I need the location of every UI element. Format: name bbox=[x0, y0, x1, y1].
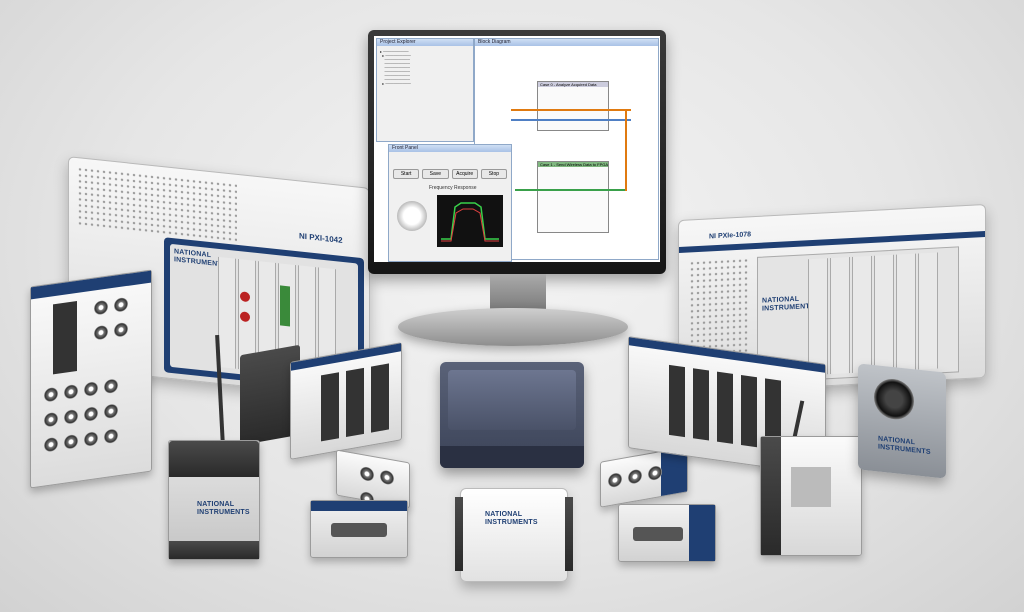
bnc-module bbox=[600, 446, 688, 508]
vent-grille bbox=[77, 166, 237, 243]
monitor-screen: Project Explorer ▸ ───────── ▸ ─────────… bbox=[374, 36, 660, 262]
bnc-connector-icon bbox=[94, 299, 108, 316]
case-structure-bottom: Case 1 - Send Wireless Data to FPGA bbox=[537, 161, 609, 233]
acquire-button[interactable]: Acquire bbox=[451, 169, 478, 179]
case-structure-top: Case 0 - Analyze Acquired Data bbox=[537, 81, 609, 131]
ni-logo-text: NATIONAL INSTRUMENTS bbox=[174, 248, 227, 269]
knob-dial[interactable] bbox=[397, 201, 427, 231]
chassis-label: NI PXIe-1078 bbox=[709, 231, 752, 241]
dsub-module bbox=[310, 500, 408, 558]
frequency-plot bbox=[441, 202, 499, 242]
monitor: Project Explorer ▸ ───────── ▸ ─────────… bbox=[368, 30, 666, 274]
chassis-label: NI PXI-1042 bbox=[299, 231, 343, 245]
dsub-module bbox=[618, 504, 716, 562]
usb-daq-white: NATIONAL INSTRUMENTS bbox=[455, 488, 573, 582]
start-button[interactable]: Start bbox=[393, 169, 420, 179]
project-window-title: Project Explorer bbox=[377, 39, 473, 46]
bnc-breakout-box bbox=[30, 269, 152, 489]
stop-button[interactable]: Stop bbox=[480, 169, 507, 179]
block-diagram-title: Block Diagram bbox=[475, 39, 658, 46]
front-panel-window: Front Panel Start Save Acquire Stop Freq… bbox=[388, 144, 512, 262]
compactrio-modules bbox=[290, 342, 402, 460]
save-button[interactable]: Save bbox=[422, 169, 449, 179]
wireless-controller bbox=[760, 436, 862, 556]
usb-daq-device bbox=[440, 362, 584, 468]
frequency-response-label: Frequency Response bbox=[429, 185, 477, 191]
monitor-base bbox=[398, 308, 628, 346]
project-explorer-window: Project Explorer ▸ ───────── ▸ ─────────… bbox=[376, 38, 474, 142]
front-panel-title: Front Panel bbox=[389, 145, 511, 152]
frequency-graph bbox=[437, 195, 503, 247]
wireless-node: NATIONAL INSTRUMENTS bbox=[168, 440, 260, 560]
camera-lens-icon bbox=[874, 377, 914, 422]
smart-camera: NATIONAL INSTRUMENTS bbox=[858, 363, 946, 479]
